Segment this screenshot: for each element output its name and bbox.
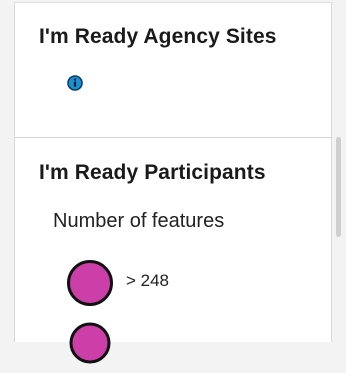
legend-item: > 248	[65, 258, 285, 308]
legend-field-label: Number of features	[53, 210, 225, 232]
scrollbar[interactable]	[332, 2, 346, 324]
layer-title: I'm Ready Agency Sites	[39, 25, 277, 48]
legend-layer-agency-sites: I'm Ready Agency Sites	[15, 3, 331, 138]
circle-symbol-icon	[65, 258, 115, 313]
info-icon	[67, 75, 83, 91]
legend-item	[65, 318, 285, 368]
legend-panel: I'm Ready Agency Sites I'm Ready Partici…	[14, 2, 332, 364]
legend-item-label: > 248	[126, 271, 170, 290]
circle-symbol-icon	[65, 318, 115, 373]
layer-title: I'm Ready Participants	[39, 161, 266, 184]
legend-layer-participants: I'm Ready Participants Number of feature…	[15, 138, 331, 364]
scrollbar-thumb[interactable]	[336, 137, 341, 237]
